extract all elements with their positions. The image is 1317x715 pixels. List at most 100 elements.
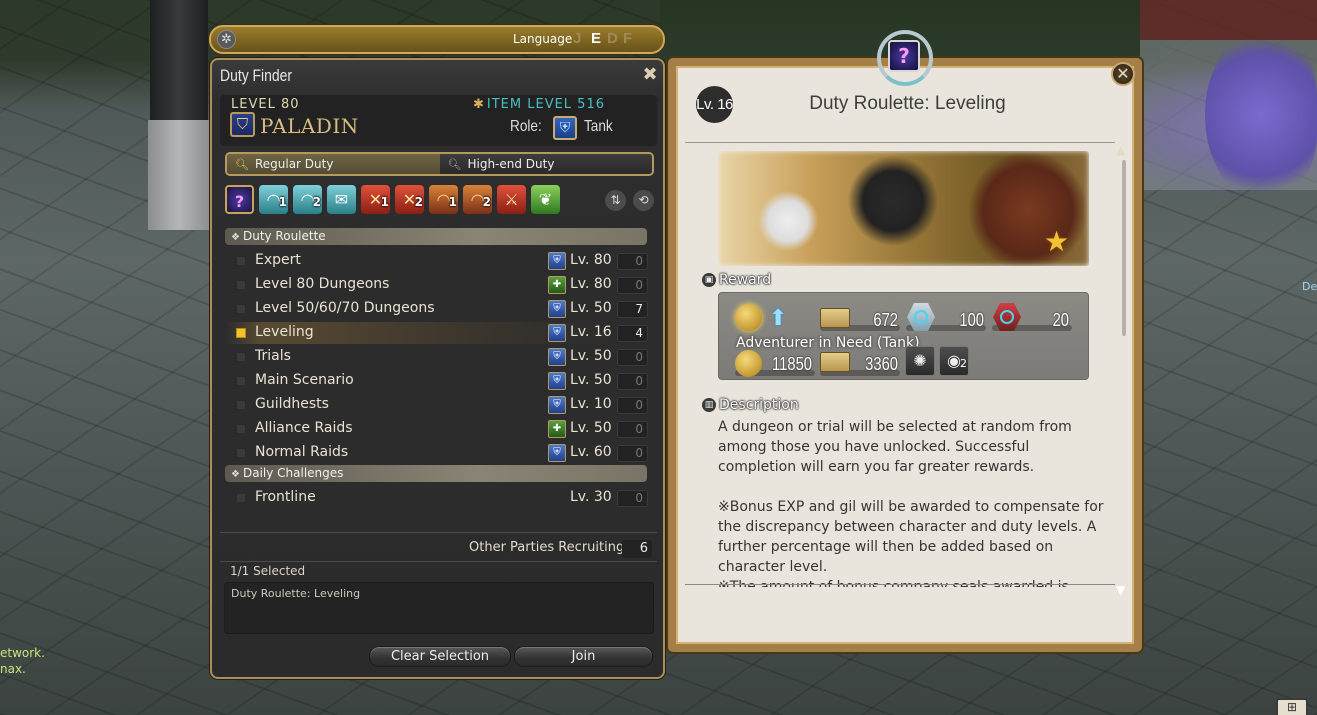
- category-dungeons-2-icon[interactable]: ◠ 2: [293, 185, 322, 214]
- tab-label: Regular Duty: [254, 157, 334, 171]
- gear-icon[interactable]: ✲: [217, 30, 236, 49]
- duty-row[interactable]: Main Scenario ⛨ Lv. 50 0: [226, 370, 654, 392]
- category-raids-2-icon[interactable]: ◠ 2: [463, 185, 492, 214]
- role-label: Role:: [510, 118, 542, 135]
- duty-row[interactable]: Trials ⛨ Lv. 50 0: [226, 346, 654, 368]
- language-option-f[interactable]: F: [623, 30, 633, 47]
- background-pedestal: [148, 120, 210, 230]
- language-option-e[interactable]: E: [591, 30, 602, 47]
- duty-row[interactable]: Level 50/60/70 Dungeons ⛨ Lv. 50 7: [226, 298, 654, 320]
- party-count: 0: [617, 253, 648, 270]
- party-count: 0: [617, 397, 648, 414]
- tab-high-end-duty[interactable]: 🔍︎ High-end Duty: [439, 154, 652, 174]
- duty-checkbox[interactable]: [236, 376, 246, 386]
- duty-row[interactable]: Alliance Raids ✚ Lv. 50 0: [226, 418, 654, 440]
- job-name: PALADIN: [260, 114, 359, 138]
- reward-value: 11850: [772, 354, 812, 374]
- duty-checkbox[interactable]: [236, 304, 246, 314]
- refresh-icon[interactable]: ⟲: [633, 190, 654, 211]
- category-trials-1-icon[interactable]: ✕ 1: [361, 185, 390, 214]
- gil-coin-icon: [735, 350, 762, 377]
- category-pvp-icon[interactable]: ⚔: [497, 185, 526, 214]
- tank-bonus-icon: ⛨: [548, 348, 566, 366]
- category-raids-1-icon[interactable]: ◠ 1: [429, 185, 458, 214]
- allied-seals-icon: [820, 308, 850, 328]
- divider: [685, 584, 1115, 585]
- duty-row[interactable]: Leveling ⛨ Lv. 16 4: [226, 322, 654, 344]
- hud-gate-icon[interactable]: ⊞: [1276, 698, 1308, 715]
- duty-row[interactable]: Normal Raids ⛨ Lv. 60 0: [226, 442, 654, 464]
- category-gold-saucer-icon[interactable]: ❦: [531, 185, 560, 214]
- duty-name: Level 50/60/70 Dungeons: [255, 300, 435, 316]
- language-option-j[interactable]: J: [573, 30, 582, 47]
- tank-bonus-icon: ⛨: [548, 372, 566, 390]
- background-roof: [1140, 0, 1317, 40]
- duty-checkbox[interactable]: [236, 328, 246, 338]
- section-header[interactable]: ❖ Daily Challenges: [225, 465, 647, 482]
- section-title: Daily Challenges: [242, 466, 344, 480]
- clear-selection-button[interactable]: Clear Selection: [369, 646, 511, 667]
- tab-regular-duty[interactable]: 🔍︎ Regular Duty: [227, 154, 440, 174]
- duty-name: Normal Raids: [255, 444, 349, 460]
- duty-level: Lv. 80: [570, 252, 612, 268]
- sort-arrows-icon[interactable]: ⇅: [605, 190, 626, 211]
- party-count: 7: [617, 301, 648, 318]
- character-level: LEVEL 80: [231, 97, 300, 112]
- selected-count: 1/1 Selected: [230, 564, 306, 578]
- item-level-text: ITEM LEVEL 516: [486, 97, 605, 112]
- duty-checkbox[interactable]: [236, 448, 246, 458]
- reward-value: 100: [959, 310, 984, 330]
- language-bar: ✲ Language J E D F: [209, 25, 665, 54]
- character-info: LEVEL 80 ⛉ PALADIN ✱ ITEM LEVEL 516 Role:…: [220, 95, 657, 146]
- tank-bonus-icon: ⛨: [548, 324, 566, 342]
- category-glyph: ✉: [334, 190, 349, 209]
- paladin-job-icon: ⛉: [230, 112, 255, 137]
- duty-checkbox[interactable]: [236, 493, 246, 503]
- category-glyph: ❦: [538, 190, 553, 209]
- duty-checkbox[interactable]: [236, 424, 246, 434]
- duty-row[interactable]: Level 80 Dungeons ✚ Lv. 80 0: [226, 274, 654, 296]
- section-header[interactable]: ❖ Duty Roulette: [225, 228, 647, 245]
- duty-checkbox[interactable]: [236, 352, 246, 362]
- duty-level: Lv. 16: [570, 324, 612, 340]
- divider: [685, 142, 1115, 143]
- divider: [220, 532, 657, 533]
- category-dungeons-1-icon[interactable]: ◠ 1: [259, 185, 288, 214]
- duty-row[interactable]: Frontline Lv. 30 0: [226, 487, 654, 509]
- category-trials-2-icon[interactable]: ✕ 2: [395, 185, 424, 214]
- reward-heading: ▣ Reward: [702, 272, 771, 288]
- duty-finder-window: Duty Finder ✖ LEVEL 80 ⛉ PALADIN ✱ ITEM L…: [210, 58, 665, 679]
- duty-title: Duty Roulette: Leveling: [809, 93, 1006, 114]
- category-number: 2: [414, 195, 423, 209]
- category-glyph: ?: [234, 192, 245, 211]
- duty-checkbox[interactable]: [236, 400, 246, 410]
- duty-tabs: 🔍︎ Regular Duty 🔍︎ High-end Duty: [225, 152, 654, 176]
- selected-duty-item: Duty Roulette: Leveling: [231, 587, 361, 600]
- healer-bonus-icon: ✚: [548, 276, 566, 294]
- scroll-up-icon[interactable]: ▲: [1116, 143, 1125, 157]
- party-count: 0: [617, 277, 648, 294]
- duty-checkbox[interactable]: [236, 256, 246, 266]
- join-button[interactable]: Join: [514, 646, 653, 667]
- language-option-d[interactable]: D: [607, 30, 619, 47]
- chest-icon: ▣: [702, 273, 716, 287]
- duty-checkbox[interactable]: [236, 280, 246, 290]
- language-label: Language: [513, 32, 573, 46]
- level-badge: Lv. 16: [696, 86, 733, 123]
- duty-level: Lv. 30: [570, 489, 612, 505]
- cracked-cluster-icon: ◉ 2: [939, 346, 969, 376]
- duty-row[interactable]: Guildhests ⛨ Lv. 10 0: [226, 394, 654, 416]
- category-duty-roulette-icon[interactable]: ?: [225, 185, 254, 214]
- chat-line: nax.: [0, 662, 26, 676]
- tank-bonus-icon: ⛨: [548, 300, 566, 318]
- close-icon[interactable]: ✖: [640, 66, 660, 86]
- category-guildhests-icon[interactable]: ✉: [327, 185, 356, 214]
- star-icon: ★: [1044, 225, 1070, 258]
- scrollbar[interactable]: [1122, 160, 1126, 336]
- duty-row[interactable]: Expert ⛨ Lv. 80 0: [226, 250, 654, 272]
- scroll-down-icon[interactable]: ▼: [1116, 583, 1125, 597]
- category-number: 2: [482, 195, 491, 209]
- search-icon: 🔍︎: [235, 157, 249, 171]
- duty-name: Trials: [255, 348, 291, 364]
- close-icon[interactable]: ✕: [1111, 62, 1135, 86]
